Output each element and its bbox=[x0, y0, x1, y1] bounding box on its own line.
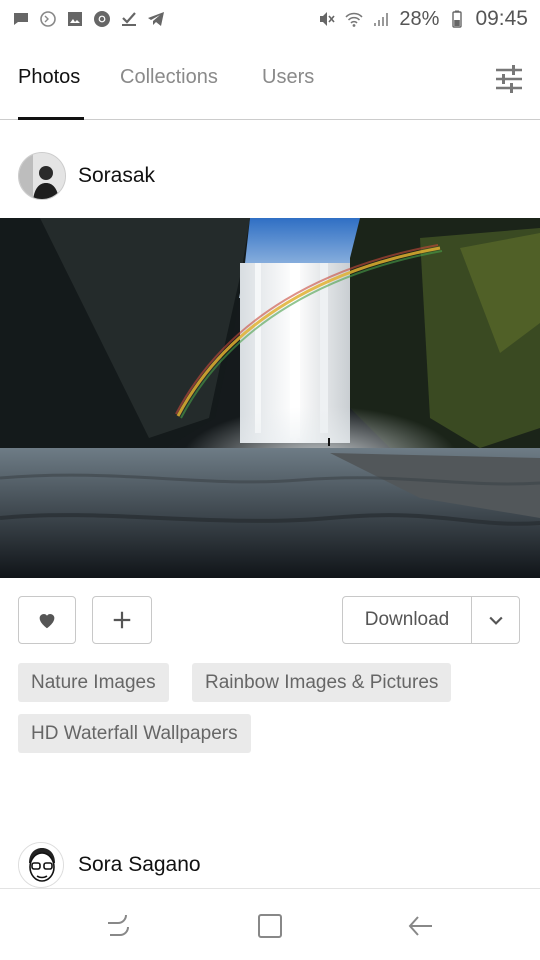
tag-nature-images[interactable]: Nature Images bbox=[18, 663, 169, 702]
filter-button[interactable] bbox=[494, 64, 524, 94]
status-notifications bbox=[12, 10, 165, 28]
next-post-header[interactable]: Sora Sagano bbox=[18, 842, 201, 888]
post-header[interactable]: Sorasak bbox=[18, 152, 155, 200]
download-options-button[interactable] bbox=[471, 596, 520, 644]
status-bar: 28% 09:45 bbox=[0, 0, 540, 38]
author-name[interactable]: Sorasak bbox=[78, 164, 155, 188]
recent-apps-button[interactable] bbox=[104, 911, 134, 941]
message-icon bbox=[12, 10, 30, 28]
next-author-avatar[interactable] bbox=[18, 842, 64, 888]
tab-photos[interactable]: Photos bbox=[18, 66, 84, 120]
waterfall-photo[interactable] bbox=[0, 218, 540, 578]
tag-rainbow-images[interactable]: Rainbow Images & Pictures bbox=[192, 663, 452, 702]
checkmark-icon bbox=[120, 10, 138, 28]
next-author-name[interactable]: Sora Sagano bbox=[78, 853, 201, 877]
add-to-collection-button[interactable] bbox=[92, 596, 152, 644]
battery-percent: 28% bbox=[399, 7, 440, 30]
photo-actions: Download bbox=[18, 596, 522, 644]
download-button[interactable]: Download bbox=[342, 596, 472, 644]
tab-users-label: Users bbox=[262, 66, 315, 88]
home-button[interactable] bbox=[255, 911, 285, 941]
tab-photos-label: Photos bbox=[18, 66, 81, 88]
tab-bar: Photos Collections Users bbox=[0, 38, 540, 120]
telegram-icon bbox=[147, 10, 165, 28]
mute-icon bbox=[318, 10, 336, 28]
system-nav-bar bbox=[0, 888, 540, 960]
status-system: 28% 09:45 bbox=[318, 7, 528, 31]
back-icon bbox=[408, 916, 432, 936]
plus-icon bbox=[113, 611, 131, 629]
home-icon bbox=[258, 914, 282, 938]
tag-hd-waterfall-wallpapers[interactable]: HD Waterfall Wallpapers bbox=[18, 714, 251, 753]
sliders-icon bbox=[496, 65, 522, 93]
download-label: Download bbox=[364, 609, 450, 630]
active-tab-indicator bbox=[18, 117, 84, 120]
like-button[interactable] bbox=[18, 596, 76, 644]
heart-icon bbox=[39, 614, 55, 629]
battery-icon bbox=[448, 10, 466, 28]
recent-apps-icon bbox=[108, 914, 129, 936]
author-avatar[interactable] bbox=[18, 152, 66, 200]
tab-users[interactable]: Users bbox=[262, 66, 314, 120]
tab-collections-label: Collections bbox=[120, 66, 218, 88]
back-button[interactable] bbox=[406, 911, 436, 941]
clock: 09:45 bbox=[475, 7, 528, 30]
wifi-icon bbox=[345, 10, 363, 28]
tab-collections[interactable]: Collections bbox=[120, 66, 218, 120]
signal-icon bbox=[372, 10, 390, 28]
gallery-icon bbox=[66, 10, 84, 28]
chrome-icon bbox=[93, 10, 111, 28]
notification-icon bbox=[39, 10, 57, 28]
chevron-down-icon bbox=[488, 616, 503, 625]
